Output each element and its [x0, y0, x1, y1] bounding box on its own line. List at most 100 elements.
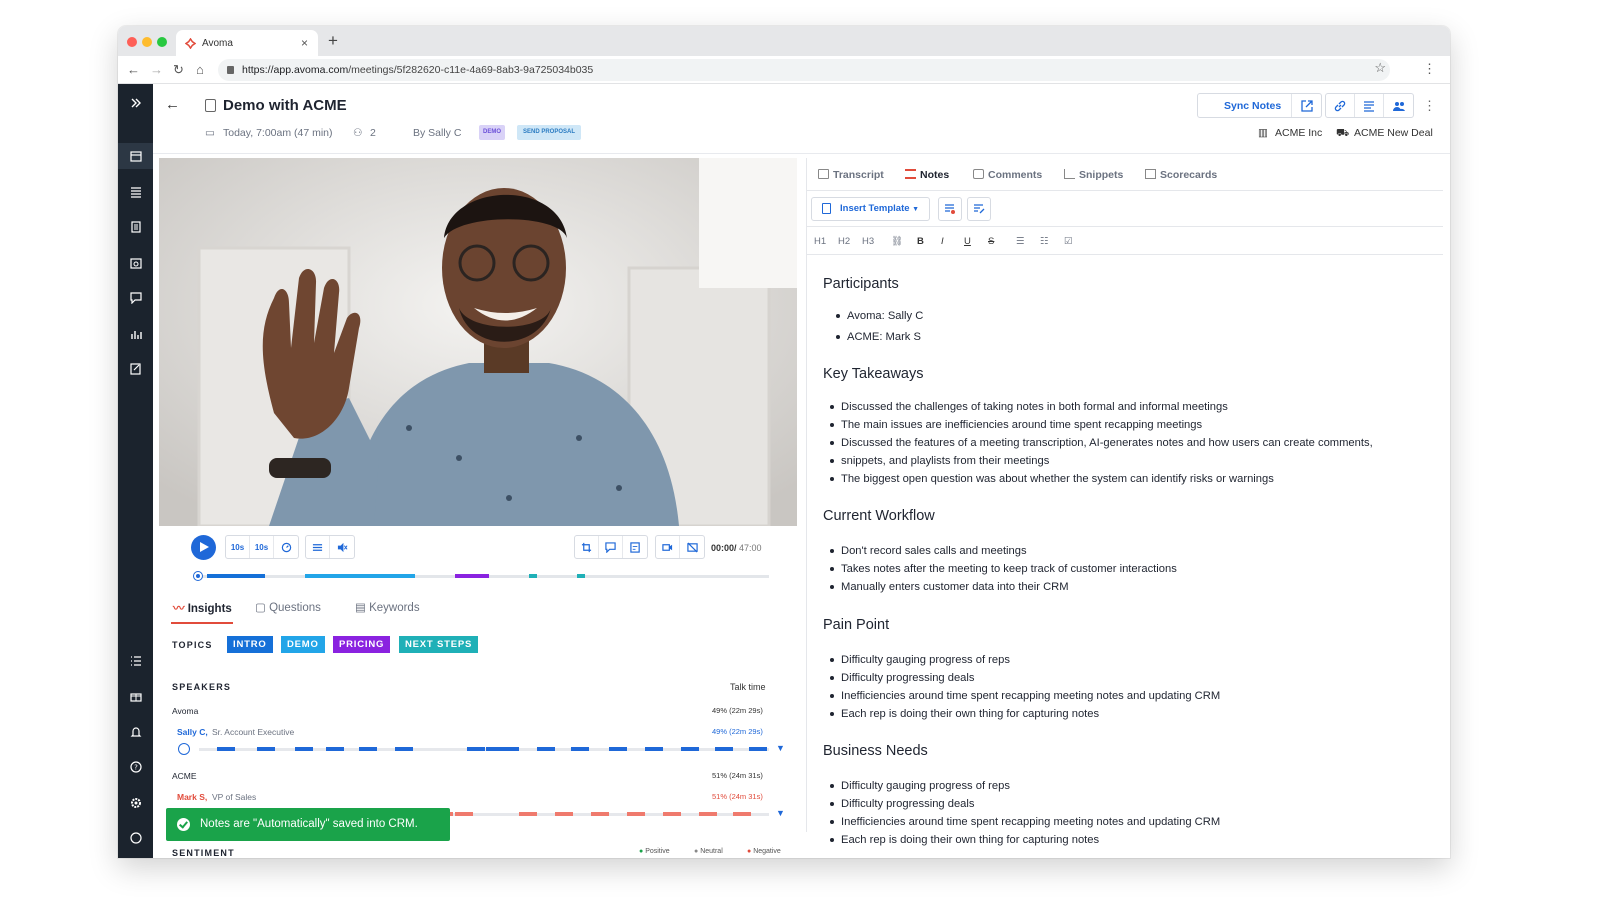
expand-speaker-2-icon[interactable]: ▼: [776, 808, 785, 818]
forward-10s-button[interactable]: 10s: [250, 536, 274, 558]
minimize-window-button[interactable]: [142, 37, 152, 47]
attendee-count[interactable]: 2: [370, 127, 376, 139]
settings-sliders-icon[interactable]: [306, 536, 330, 558]
tab-snippets[interactable]: Snippets: [1064, 169, 1123, 181]
video-camera-icon[interactable]: [656, 536, 680, 558]
agenda-icon[interactable]: [1355, 94, 1384, 117]
topic-pricing[interactable]: PRICING: [333, 636, 391, 653]
italic-icon[interactable]: I: [941, 236, 944, 247]
speaker-role-sally: Sr. Account Executive: [212, 727, 295, 737]
tasks-icon[interactable]: [118, 648, 153, 674]
participants-icon[interactable]: [1384, 94, 1413, 117]
strikethrough-icon[interactable]: S: [988, 236, 994, 247]
meeting-menu-icon[interactable]: ⋮: [1423, 98, 1436, 114]
h1-button[interactable]: H1: [814, 236, 826, 247]
crm-account[interactable]: ACME Inc: [1275, 127, 1322, 139]
underline-icon[interactable]: U: [964, 236, 971, 247]
meeting-video[interactable]: [159, 158, 797, 526]
close-window-button[interactable]: [127, 37, 137, 47]
tag-send-proposal[interactable]: SEND PROPOSAL: [517, 125, 581, 140]
tab-scorecards[interactable]: Scorecards: [1145, 169, 1217, 181]
list-item: Manually enters customer data into their…: [830, 578, 1069, 596]
format-notes-button[interactable]: [938, 197, 962, 221]
speaker-name-mark[interactable]: Mark S,: [177, 792, 207, 802]
settings-gear-icon[interactable]: [118, 790, 153, 816]
comment-add-icon[interactable]: [599, 536, 623, 558]
captions-off-icon[interactable]: [680, 536, 704, 558]
legend-positive-dot: ●: [639, 848, 644, 855]
speaker-activity-dash: [733, 812, 751, 816]
dropdown-caret-icon: ▼: [912, 206, 920, 213]
tab-notes[interactable]: Notes: [905, 169, 949, 181]
maximize-window-button[interactable]: [157, 37, 167, 47]
tag-demo[interactable]: DEMO: [479, 125, 505, 140]
help-icon[interactable]: ?: [118, 754, 153, 780]
mute-icon[interactable]: [330, 536, 354, 558]
topic-intro[interactable]: INTRO: [227, 636, 273, 653]
checklist-icon[interactable]: ☑: [1064, 236, 1073, 247]
playhead[interactable]: [194, 572, 202, 580]
toast-notification: Notes are "Automatically" saved into CRM…: [166, 808, 450, 841]
scorecards-icon: [1145, 169, 1156, 179]
analytics-icon[interactable]: [118, 321, 153, 347]
expand-sidebar-icon[interactable]: [118, 90, 153, 116]
browser-menu-icon[interactable]: ⋮: [1423, 61, 1436, 77]
crop-icon[interactable]: [575, 536, 599, 558]
topic-demo[interactable]: DEMO: [281, 636, 325, 653]
list-item: The biggest open question was about whet…: [830, 470, 1274, 488]
tab-questions[interactable]: ▢ Questions: [255, 600, 321, 614]
h2-button[interactable]: H2: [838, 236, 850, 247]
numbered-list-icon[interactable]: ☷: [1040, 236, 1049, 247]
speaker-play-icon[interactable]: [178, 743, 190, 755]
org-stat-avoma: 49% (22m 29s): [712, 706, 763, 715]
tab-insights[interactable]: 〰 Insights: [173, 600, 232, 616]
time-current: 00:00/: [711, 543, 737, 553]
ai-notes-button[interactable]: [967, 197, 991, 221]
url-field[interactable]: https://app.avoma.com/meetings/5f282620-…: [218, 59, 1390, 81]
back-nav-icon[interactable]: ←: [127, 62, 140, 77]
list-icon[interactable]: [118, 179, 153, 205]
speaker-name-sally[interactable]: Sally C,: [177, 727, 208, 737]
gift-icon[interactable]: [118, 683, 153, 709]
bell-icon[interactable]: [118, 719, 153, 745]
tab-notes-label: Notes: [920, 169, 950, 181]
tab-transcript[interactable]: Transcript: [818, 169, 884, 181]
forward-nav-icon[interactable]: →: [150, 62, 163, 77]
link-format-icon[interactable]: ⛓: [891, 236, 903, 247]
legend-negative: ● Negative: [747, 848, 781, 855]
expand-speaker-icon[interactable]: ▼: [776, 743, 785, 753]
sync-notes-button[interactable]: Sync Notes: [1198, 94, 1293, 117]
link-icon[interactable]: [1326, 94, 1355, 117]
bullet-list-icon[interactable]: ☰: [1016, 236, 1025, 247]
browser-tabbar: Avoma × +: [118, 26, 1450, 56]
reload-icon[interactable]: ↻: [173, 62, 184, 78]
home-icon[interactable]: ⌂: [196, 62, 204, 77]
conversations-icon[interactable]: [118, 285, 153, 311]
rewind-10s-button[interactable]: 10s: [226, 536, 250, 558]
note-add-icon[interactable]: [623, 536, 647, 558]
heading-participants: Participants: [823, 276, 899, 292]
back-arrow-icon[interactable]: ←: [165, 96, 180, 113]
speaker-activity-dash: [519, 812, 537, 816]
insert-template-button[interactable]: Insert Template ▼: [811, 197, 931, 221]
profile-circle-icon[interactable]: [118, 825, 153, 851]
bookmark-star-icon[interactable]: ☆: [1374, 60, 1386, 76]
speaker-activity-dash: [627, 812, 645, 816]
h3-button[interactable]: H3: [862, 236, 874, 247]
notes-edit-icon[interactable]: [118, 356, 153, 382]
tab-comments[interactable]: Comments: [973, 169, 1042, 181]
crm-deal[interactable]: ACME New Deal: [1354, 127, 1433, 139]
browser-tab[interactable]: Avoma ×: [176, 30, 318, 56]
play-button[interactable]: [191, 535, 216, 560]
address-bar: ← → ↻ ⌂ https://app.avoma.com/meetings/5…: [118, 56, 1450, 84]
bold-icon[interactable]: B: [917, 236, 924, 247]
calendar-icon[interactable]: [118, 143, 153, 169]
topic-next-steps[interactable]: NEXT STEPS: [399, 636, 479, 653]
new-tab-button[interactable]: +: [328, 31, 338, 51]
scheduler-icon[interactable]: [118, 250, 153, 276]
document-icon[interactable]: [118, 214, 153, 240]
close-tab-icon[interactable]: ×: [301, 36, 308, 50]
tab-keywords[interactable]: ▤ Keywords: [355, 600, 420, 614]
speed-icon[interactable]: [274, 536, 298, 558]
open-external-icon[interactable]: [1292, 94, 1321, 117]
